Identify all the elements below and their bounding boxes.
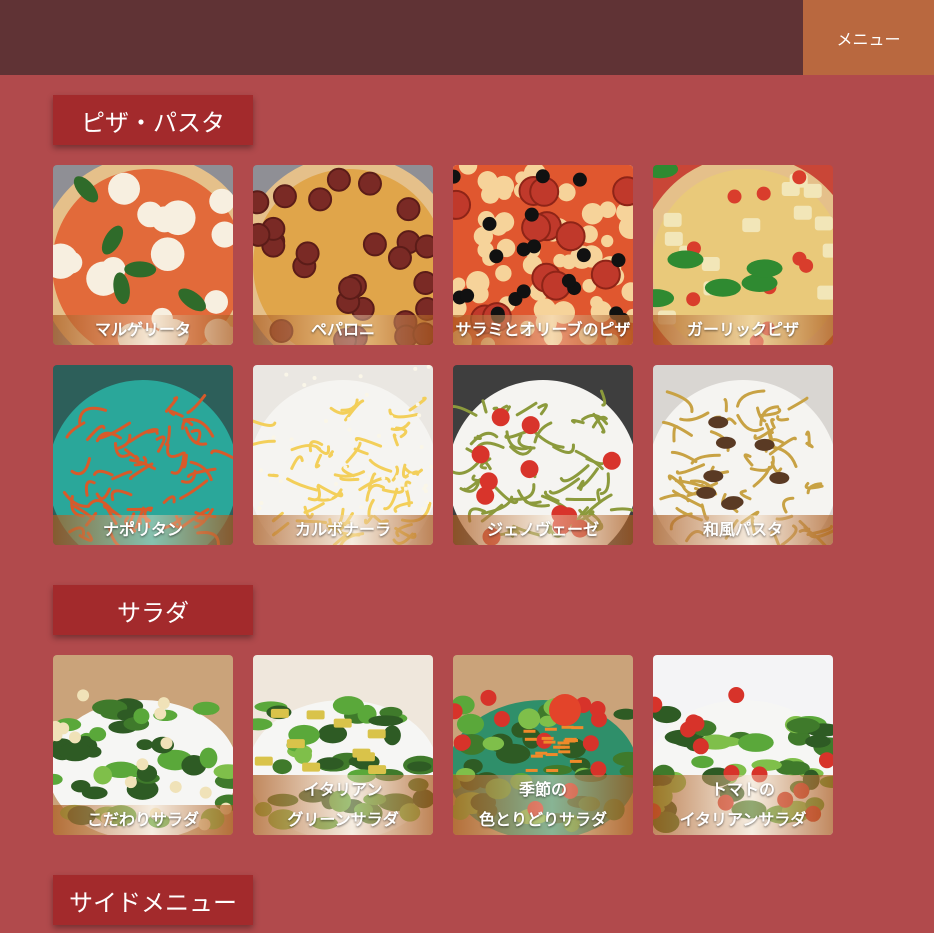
section-title-pizza-pasta: ピザ・パスタ <box>53 95 253 145</box>
menu-item-salad-tomato[interactable]: トマトのイタリアンサラダ <box>653 655 833 835</box>
menu-item-caption: 和風パスタ <box>653 515 833 545</box>
menu-item-label: ガーリックピザ <box>686 320 799 339</box>
menu-item-pasta-wafu[interactable]: 和風パスタ <box>653 365 833 545</box>
menu-item-pizza-pepperoni[interactable]: ペパロニ <box>253 165 433 345</box>
menu-item-label: サラミとオリーブのピザ <box>455 320 631 339</box>
menu-item-caption: こだわりサラダ <box>53 805 233 835</box>
menu-item-caption: ペパロニ <box>253 315 433 345</box>
menu-item-caption: トマトのイタリアンサラダ <box>653 775 833 835</box>
menu-item-pizza-garlic[interactable]: ガーリックピザ <box>653 165 833 345</box>
menu-item-pizza-margherita[interactable]: マルゲリータ <box>53 165 233 345</box>
menu-item-salad-season[interactable]: 季節の色とりどりサラダ <box>453 655 633 835</box>
menu-item-salad-special[interactable]: こだわりサラダ <box>53 655 233 835</box>
menu-item-caption: ジェノヴェーゼ <box>453 515 633 545</box>
top-bar <box>0 0 934 75</box>
section-title-salad: サラダ <box>53 585 253 635</box>
menu-item-pasta-carbonara[interactable]: カルボナーラ <box>253 365 433 545</box>
menu-item-label: イタリアン <box>303 780 383 799</box>
menu-item-label: 色とりどりサラダ <box>478 810 607 829</box>
menu-item-label: ペパロニ <box>310 320 375 339</box>
menu-item-caption: サラミとオリーブのピザ <box>453 315 633 345</box>
menu-item-label: こだわりサラダ <box>86 810 199 829</box>
menu-item-caption: 季節の色とりどりサラダ <box>453 775 633 835</box>
menu-button[interactable]: メニュー <box>803 0 934 75</box>
menu-item-pizza-olive[interactable]: サラミとオリーブのピザ <box>453 165 633 345</box>
menu-item-label: カルボナーラ <box>294 520 391 539</box>
menu-item-label: ナポリタン <box>102 520 183 539</box>
menu-item-label: マルゲリータ <box>94 320 191 339</box>
menu-item-caption: マルゲリータ <box>53 315 233 345</box>
menu-item-caption: イタリアングリーンサラダ <box>253 775 433 835</box>
menu-item-caption: カルボナーラ <box>253 515 433 545</box>
menu-item-label: グリーンサラダ <box>287 810 399 829</box>
menu-item-label: 和風パスタ <box>702 520 783 539</box>
menu-item-pasta-napolitan[interactable]: ナポリタン <box>53 365 233 545</box>
menu-item-label: イタリアンサラダ <box>679 810 807 829</box>
menu-item-salad-green[interactable]: イタリアングリーンサラダ <box>253 655 433 835</box>
section-title-side-menu: サイドメニュー <box>53 875 253 925</box>
menu-item-label: 季節の <box>518 780 567 799</box>
menu-item-pasta-genovese[interactable]: ジェノヴェーゼ <box>453 365 633 545</box>
menu-item-label: トマトの <box>710 780 775 799</box>
menu-item-label: ジェノヴェーゼ <box>486 520 599 539</box>
menu-item-caption: ガーリックピザ <box>653 315 833 345</box>
menu-item-caption: ナポリタン <box>53 515 233 545</box>
